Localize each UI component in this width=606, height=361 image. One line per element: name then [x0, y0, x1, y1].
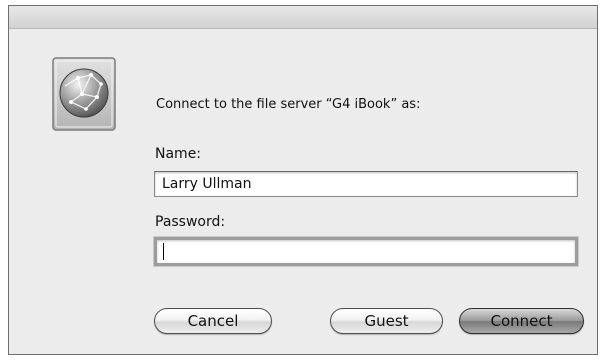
name-label: Name:	[155, 146, 202, 162]
name-input[interactable]	[154, 171, 578, 197]
file-server-icon	[52, 57, 116, 131]
title-bar[interactable]	[9, 6, 597, 29]
guest-button[interactable]: Guest	[330, 308, 443, 334]
connect-button[interactable]: Connect	[459, 308, 584, 334]
connect-to-server-dialog: Connect to the file server “G4 iBook” as…	[8, 5, 598, 355]
password-input[interactable]	[154, 237, 578, 266]
password-label: Password:	[155, 214, 226, 230]
cancel-button[interactable]: Cancel	[154, 308, 272, 334]
connect-prompt-text: Connect to the file server “G4 iBook” as…	[156, 97, 421, 112]
text-cursor	[163, 243, 164, 260]
